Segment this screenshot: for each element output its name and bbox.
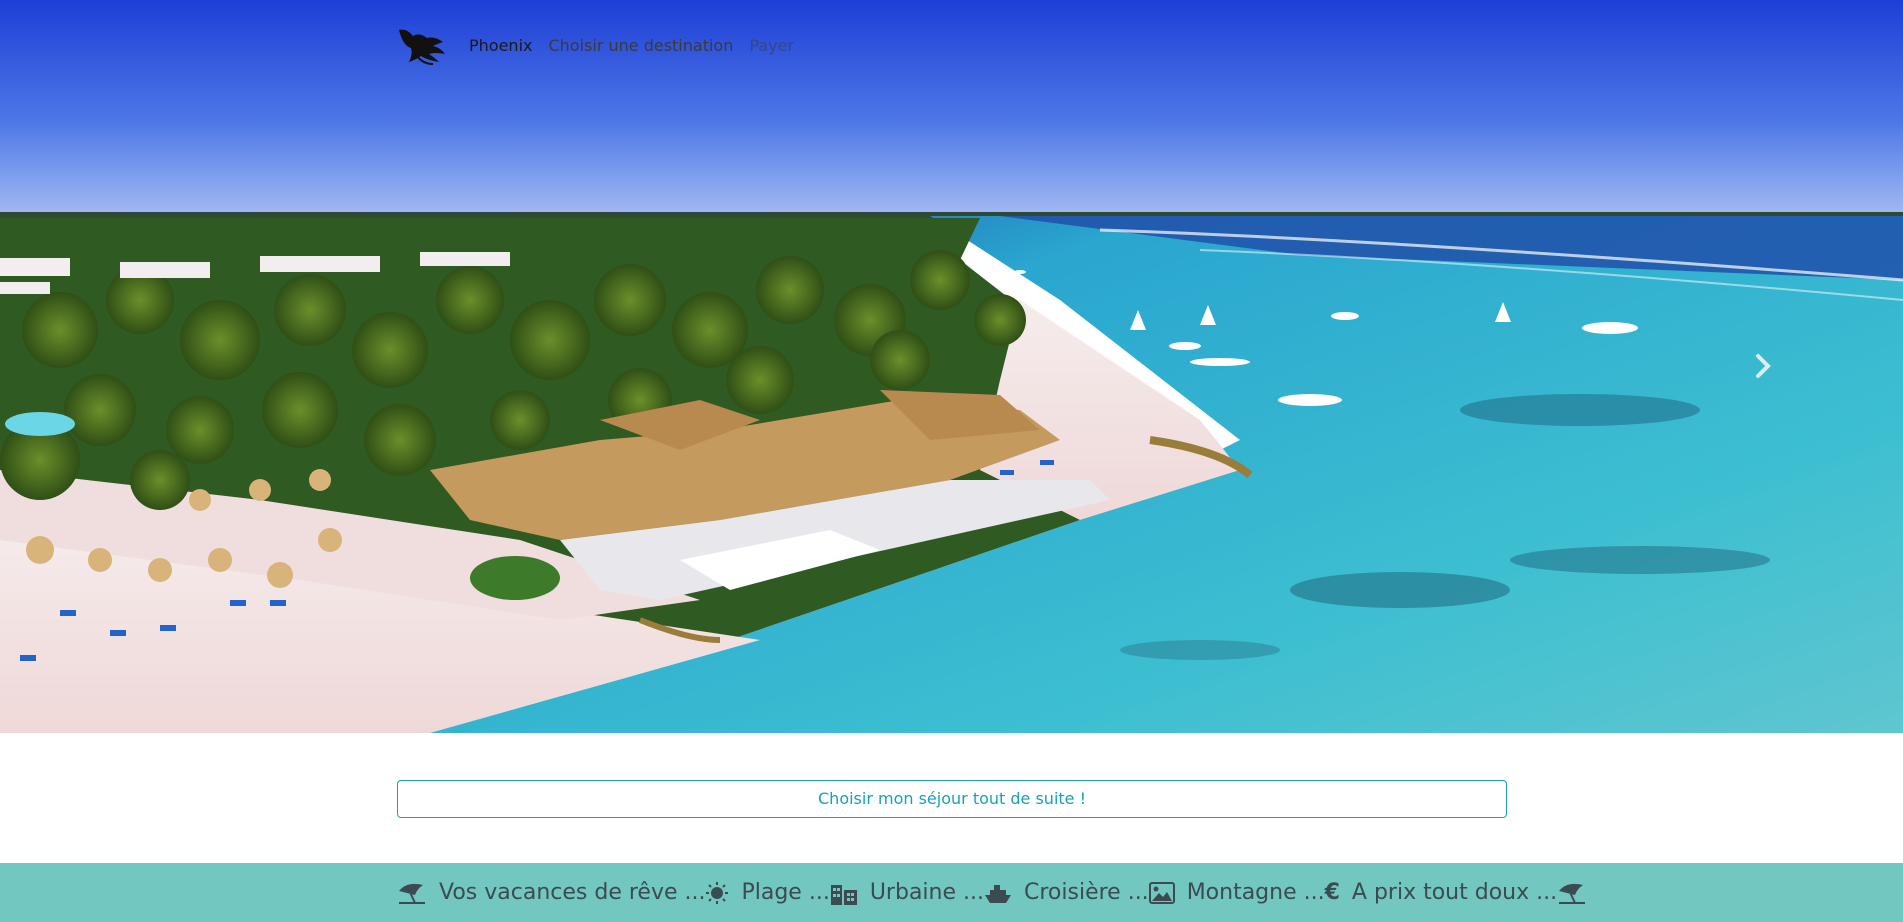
nav-link-pay[interactable]: Payer xyxy=(749,26,794,66)
phoenix-bird-logo-icon[interactable] xyxy=(397,26,447,66)
band-item-low-price[interactable]: € A prix tout doux ... xyxy=(1325,880,1558,905)
band-item-label: Montagne ... xyxy=(1186,880,1325,905)
band-item-cruise[interactable]: Croisière ... xyxy=(984,880,1149,905)
band-item-mountain[interactable]: Montagne ... xyxy=(1148,880,1325,905)
nav-brand-link[interactable]: Phoenix xyxy=(469,26,532,66)
image-icon xyxy=(1148,881,1175,904)
sun-icon xyxy=(706,881,729,904)
ship-icon xyxy=(985,884,1011,903)
euro-icon: € xyxy=(1324,880,1340,905)
band-item-label: Urbaine ... xyxy=(869,880,984,905)
band-item-urban[interactable]: Urbaine ... xyxy=(830,880,984,905)
band-item-label: Vos vacances de rêve ... xyxy=(439,880,706,905)
choose-stay-button[interactable]: Choisir mon séjour tout de suite ! xyxy=(397,780,1507,818)
navbar: Phoenix Choisir une destination Payer xyxy=(397,26,810,66)
band-item-beach[interactable]: Plage ... xyxy=(705,880,830,905)
beach-umbrella-icon xyxy=(1559,883,1586,904)
city-icon xyxy=(830,884,857,905)
band-item-label: A prix tout doux ... xyxy=(1351,880,1558,905)
band-item-label: Croisière ... xyxy=(1024,880,1149,905)
chevron-right-icon[interactable] xyxy=(1752,352,1776,380)
nav-link-choose-destination[interactable]: Choisir une destination xyxy=(548,26,733,66)
category-band: Vos vacances de rêve ... Plage ... Urbai… xyxy=(0,863,1903,922)
band-trailing-umbrella xyxy=(1557,881,1587,905)
band-item-label: Plage ... xyxy=(741,880,830,905)
hero-carousel xyxy=(0,0,1903,733)
band-item-dream-vacation[interactable]: Vos vacances de rêve ... xyxy=(397,880,705,905)
hero-image xyxy=(0,0,1903,733)
beach-umbrella-icon xyxy=(399,883,425,904)
